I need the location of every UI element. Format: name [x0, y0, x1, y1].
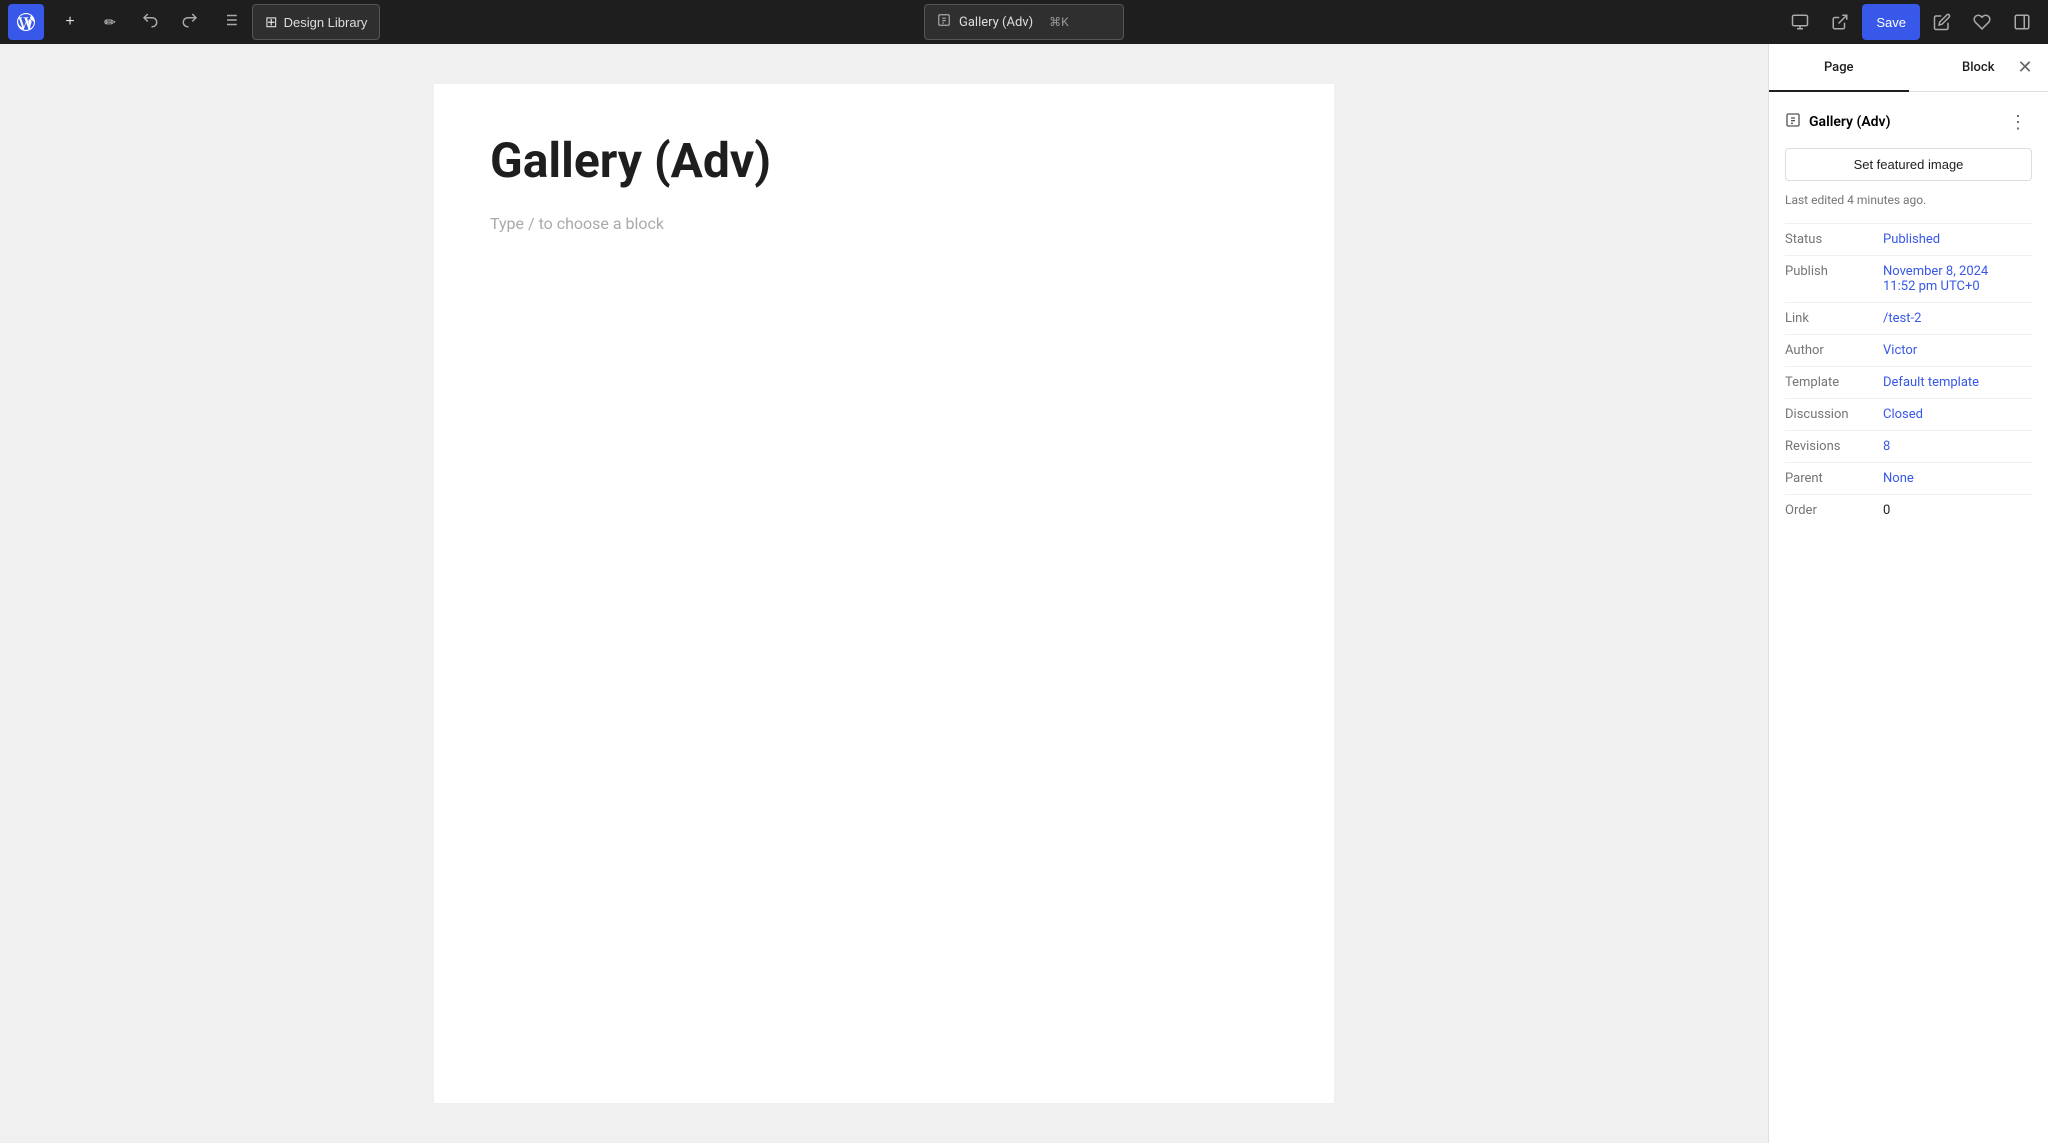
post-icon: [937, 13, 951, 31]
design-library-label: Design Library: [284, 15, 368, 30]
meta-label: Order: [1785, 503, 1875, 518]
page-title: Gallery (Adv): [490, 132, 1278, 190]
meta-value[interactable]: /test-2: [1883, 311, 1921, 326]
design-library-icon: ⊞: [265, 13, 278, 31]
shortcut-label: ⌘K: [1049, 15, 1069, 29]
meta-row: Order 0: [1785, 494, 2032, 526]
block-placeholder[interactable]: Type / to choose a block: [490, 214, 1278, 233]
page-name-label: Gallery (Adv): [1809, 114, 1890, 130]
meta-value[interactable]: Victor: [1883, 343, 1917, 358]
tools-button[interactable]: ✏: [92, 4, 128, 40]
post-title-area: Gallery (Adv) ⌘K: [924, 4, 1124, 40]
meta-value: 0: [1883, 503, 1890, 518]
external-link-button[interactable]: [1822, 4, 1858, 40]
meta-row: Status Published: [1785, 223, 2032, 255]
editor-content: Gallery (Adv) Type / to choose a block: [434, 84, 1334, 1103]
plugins-button[interactable]: [1964, 4, 2000, 40]
meta-row: Parent None: [1785, 462, 2032, 494]
meta-label: Revisions: [1785, 439, 1875, 454]
meta-row: Author Victor: [1785, 334, 2032, 366]
meta-value[interactable]: November 8, 2024 11:52 pm UTC+0: [1883, 264, 1988, 294]
meta-label: Discussion: [1785, 407, 1875, 422]
right-panel: Page Block ✕ Gallery (Adv) ⋮ Set feature…: [1768, 44, 2048, 1143]
meta-row: Template Default template: [1785, 366, 2032, 398]
page-header: Gallery (Adv) ⋮: [1785, 108, 2032, 136]
panel-tabs: Page Block ✕: [1769, 44, 2048, 92]
meta-value[interactable]: Default template: [1883, 375, 1979, 390]
add-icon: +: [65, 13, 74, 31]
page-more-button[interactable]: ⋮: [2004, 108, 2032, 136]
post-title-pill[interactable]: Gallery (Adv) ⌘K: [924, 4, 1124, 40]
editor-area[interactable]: Gallery (Adv) Type / to choose a block: [0, 44, 1768, 1143]
meta-value[interactable]: 8: [1883, 439, 1890, 454]
meta-label: Parent: [1785, 471, 1875, 486]
meta-row: Revisions 8: [1785, 430, 2032, 462]
page-doc-icon: [1785, 112, 1801, 132]
tab-page[interactable]: Page: [1769, 44, 1909, 92]
post-title-text: Gallery (Adv): [959, 15, 1033, 30]
meta-label: Publish: [1785, 264, 1875, 279]
add-block-button[interactable]: +: [52, 4, 88, 40]
meta-row: Publish November 8, 2024 11:52 pm UTC+0: [1785, 255, 2032, 302]
meta-label: Status: [1785, 232, 1875, 247]
meta-row: Link/test-2: [1785, 302, 2032, 334]
meta-label: Link: [1785, 311, 1875, 326]
meta-value[interactable]: Published: [1883, 232, 1940, 247]
view-button[interactable]: [1782, 4, 1818, 40]
meta-label: Template: [1785, 375, 1875, 390]
save-button[interactable]: Save: [1862, 4, 1920, 40]
edit-button[interactable]: [1924, 4, 1960, 40]
set-featured-image-button[interactable]: Set featured image: [1785, 148, 2032, 181]
meta-rows: Status Published Publish November 8, 2024 1…: [1785, 223, 2032, 526]
meta-value[interactable]: Closed: [1883, 407, 1923, 422]
redo-icon: [181, 11, 199, 34]
panel-body: Gallery (Adv) ⋮ Set featured image Last …: [1769, 92, 2048, 542]
toggle-sidebar-button[interactable]: [2004, 4, 2040, 40]
topbar: + ✏ ⊞ Design Library Gallery (Adv) ⌘K: [0, 0, 2048, 44]
undo-icon: [141, 11, 159, 34]
list-view-button[interactable]: [212, 4, 248, 40]
close-panel-button[interactable]: ✕: [2010, 53, 2040, 83]
meta-row: Discussion Closed: [1785, 398, 2032, 430]
topbar-right: Save: [1782, 4, 2040, 40]
main-area: Gallery (Adv) Type / to choose a block P…: [0, 44, 2048, 1143]
redo-button[interactable]: [172, 4, 208, 40]
meta-value[interactable]: None: [1883, 471, 1914, 486]
list-view-icon: [221, 11, 239, 34]
design-library-button[interactable]: ⊞ Design Library: [252, 4, 380, 40]
last-edited-text: Last edited 4 minutes ago.: [1785, 193, 2032, 207]
undo-button[interactable]: [132, 4, 168, 40]
wp-logo[interactable]: [8, 4, 44, 40]
meta-label: Author: [1785, 343, 1875, 358]
pencil-icon: ✏: [104, 14, 116, 31]
